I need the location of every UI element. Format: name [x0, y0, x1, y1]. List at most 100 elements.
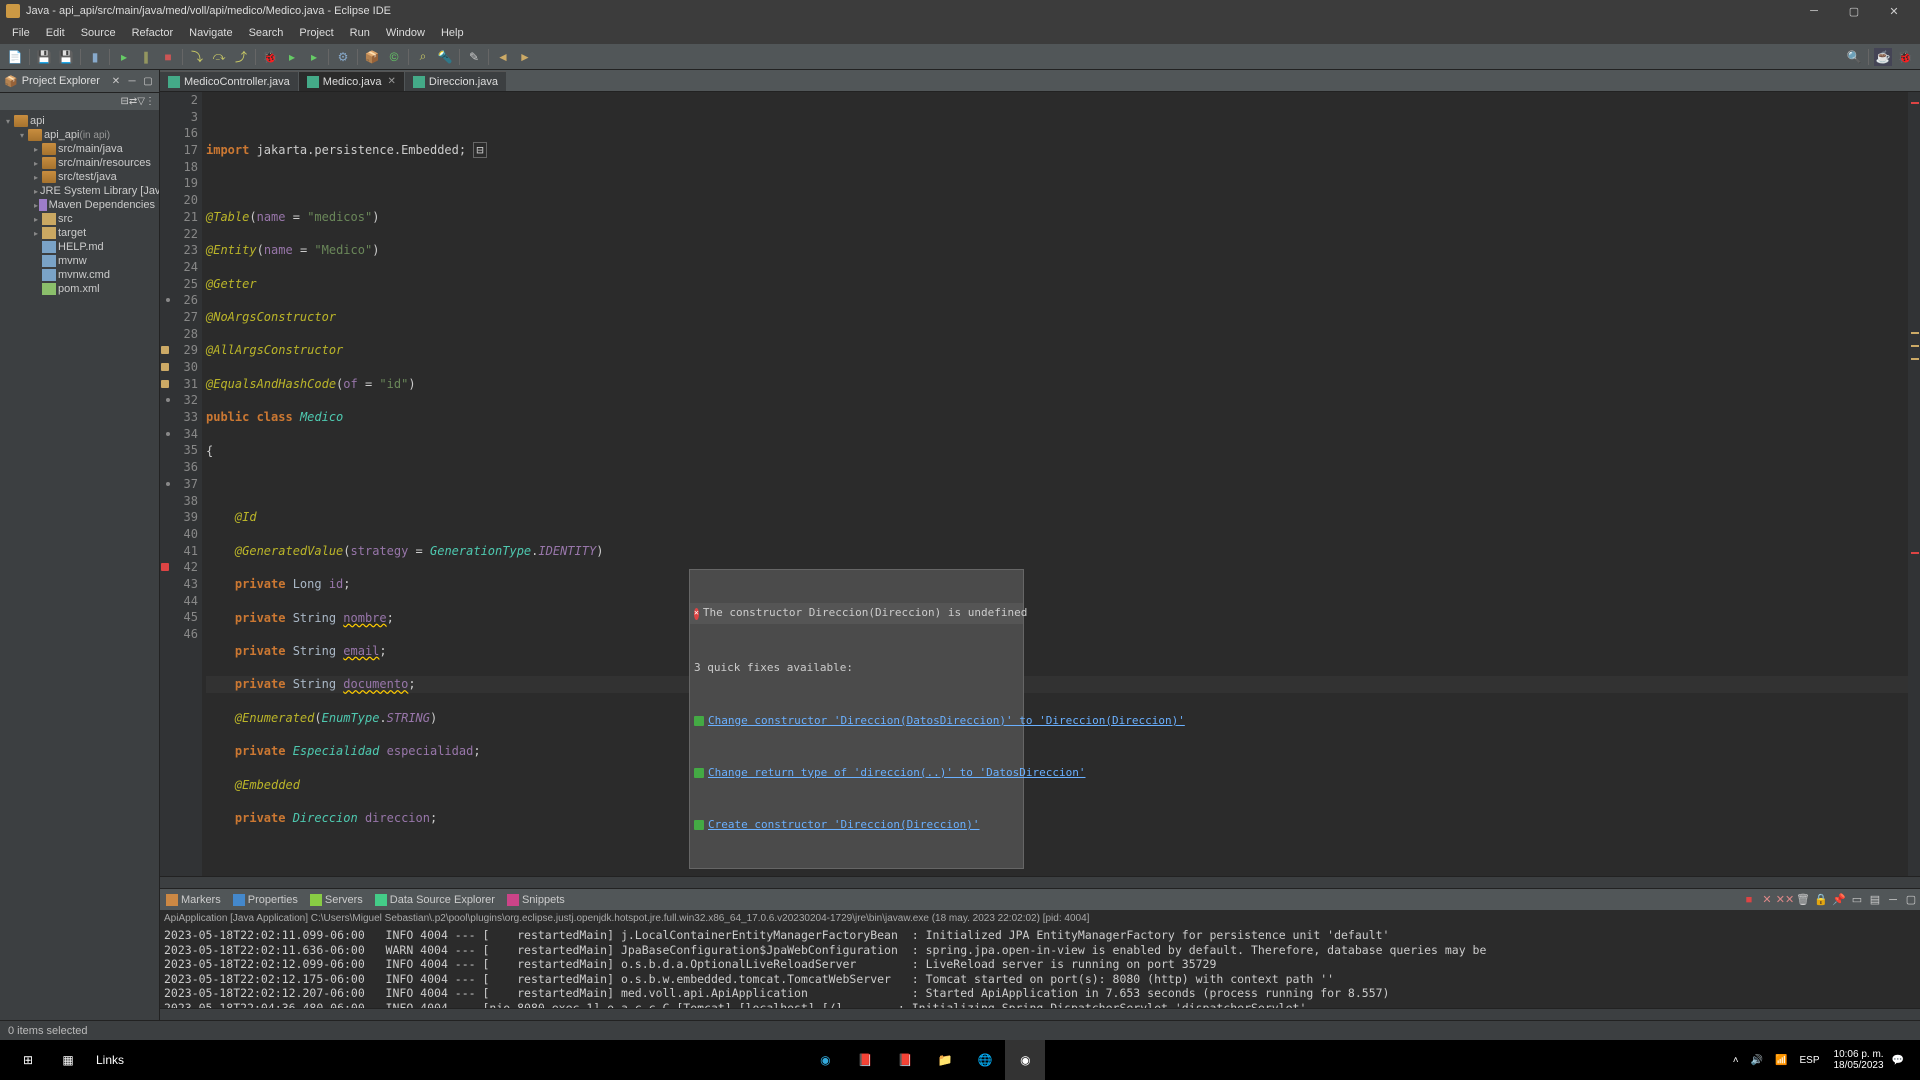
console-scrollbar[interactable]: [160, 1008, 1920, 1020]
link-editor-icon[interactable]: ⇄: [129, 96, 137, 107]
tree-item[interactable]: ▸Maven Dependencies: [2, 198, 157, 212]
menu-refactor[interactable]: Refactor: [124, 25, 182, 41]
task-view-icon[interactable]: ▦: [48, 1040, 88, 1080]
quickfix-link-2[interactable]: Create constructor 'Direccion(Direccion)…: [690, 816, 1023, 835]
tab-snippets[interactable]: Snippets: [501, 892, 571, 908]
tree-item[interactable]: ▸src/test/java: [2, 170, 157, 184]
close-window-button[interactable]: ✕: [1874, 0, 1914, 22]
menu-search[interactable]: Search: [241, 25, 292, 41]
editor-tab[interactable]: Medico.java✕: [299, 71, 404, 91]
code-editor[interactable]: import jakarta.persistence.Embedded; ⊟ @…: [202, 92, 1908, 876]
tree-item[interactable]: HELP.md: [2, 240, 157, 254]
tree-item[interactable]: pom.xml: [2, 282, 157, 296]
maximize-view-icon[interactable]: ▢: [141, 74, 155, 88]
remove-all-icon[interactable]: ✕✕: [1776, 891, 1794, 909]
tree-item[interactable]: ▸target: [2, 226, 157, 240]
search-label[interactable]: Links: [96, 1053, 124, 1067]
tray-chevron-icon[interactable]: ˄: [1733, 1055, 1739, 1066]
tab-servers[interactable]: Servers: [304, 892, 369, 908]
tray-wifi-icon[interactable]: 📶: [1775, 1055, 1787, 1066]
task-chrome-icon[interactable]: 🌐: [965, 1040, 1005, 1080]
annotation-icon[interactable]: ✎: [465, 48, 483, 66]
new-button[interactable]: 📄: [6, 48, 24, 66]
minimize-view-icon[interactable]: ─: [125, 74, 139, 88]
save-button[interactable]: 💾: [35, 48, 53, 66]
tab-datasource[interactable]: Data Source Explorer: [369, 892, 501, 908]
task-files-icon[interactable]: 📁: [925, 1040, 965, 1080]
open-type-icon[interactable]: ⌕: [414, 48, 432, 66]
debug-icon[interactable]: 🐞: [261, 48, 279, 66]
filter-icon[interactable]: ▽: [137, 96, 145, 107]
close-icon[interactable]: ✕: [387, 76, 395, 87]
maximize-button[interactable]: ▢: [1834, 0, 1874, 22]
menu-file[interactable]: File: [4, 25, 38, 41]
skip-breakpoints-icon[interactable]: ▮: [86, 48, 104, 66]
open-console-icon[interactable]: ▤: [1866, 891, 1884, 909]
pin-console-icon[interactable]: 📌: [1830, 891, 1848, 909]
quickfix-link-0[interactable]: Change constructor 'Direccion(DatosDirec…: [690, 712, 1023, 731]
view-menu-icon[interactable]: ⋮: [145, 96, 155, 107]
coverage-icon[interactable]: ▸: [305, 48, 323, 66]
tree-item[interactable]: mvnw: [2, 254, 157, 268]
terminate-icon[interactable]: ■: [1740, 891, 1758, 909]
menu-help[interactable]: Help: [433, 25, 472, 41]
editor-tab[interactable]: Direccion.java: [405, 71, 506, 91]
tray-clock[interactable]: 10:06 p. m. 18/05/2023: [1834, 1049, 1884, 1071]
minimize-console-icon[interactable]: ─: [1884, 891, 1902, 909]
menu-window[interactable]: Window: [378, 25, 433, 41]
perspective-java-icon[interactable]: ☕: [1874, 48, 1892, 66]
project-tree[interactable]: ▾api▾api_api (in api)▸src/main/java▸src/…: [0, 110, 159, 1020]
step-return-icon[interactable]: ⤴: [232, 48, 250, 66]
quick-access-icon[interactable]: 🔍: [1845, 48, 1863, 66]
step-over-icon[interactable]: ⤼: [210, 48, 228, 66]
close-view-icon[interactable]: ✕: [109, 74, 123, 88]
task-app2-icon[interactable]: 📕: [885, 1040, 925, 1080]
tree-item[interactable]: ▾api: [2, 114, 157, 128]
menu-navigate[interactable]: Navigate: [181, 25, 240, 41]
tree-item[interactable]: ▸src/main/java: [2, 142, 157, 156]
tree-item[interactable]: ▸src: [2, 212, 157, 226]
tree-item[interactable]: mvnw.cmd: [2, 268, 157, 282]
new-class-icon[interactable]: ©: [385, 48, 403, 66]
menu-run[interactable]: Run: [342, 25, 378, 41]
tree-item[interactable]: ▸src/main/resources: [2, 156, 157, 170]
run-icon[interactable]: ▸: [283, 48, 301, 66]
task-app1-icon[interactable]: 📕: [845, 1040, 885, 1080]
tab-markers[interactable]: Markers: [160, 892, 227, 908]
line-gutter[interactable]: 2316171819202122232425262728293031323334…: [170, 92, 202, 876]
pause-icon[interactable]: ∥: [137, 48, 155, 66]
new-package-icon[interactable]: 📦: [363, 48, 381, 66]
tab-properties[interactable]: Properties: [227, 892, 304, 908]
tree-item[interactable]: ▾api_api (in api): [2, 128, 157, 142]
back-icon[interactable]: ◄: [494, 48, 512, 66]
clear-console-icon[interactable]: 🗑: [1794, 891, 1812, 909]
horizontal-scrollbar[interactable]: [160, 876, 1920, 888]
display-selected-icon[interactable]: ▭: [1848, 891, 1866, 909]
scroll-lock-icon[interactable]: 🔒: [1812, 891, 1830, 909]
save-all-button[interactable]: 💾: [57, 48, 75, 66]
collapse-all-icon[interactable]: ⊟: [121, 96, 129, 107]
menu-edit[interactable]: Edit: [38, 25, 73, 41]
tray-notifs-icon[interactable]: 💬: [1892, 1055, 1904, 1066]
quickfix-link-1[interactable]: Change return type of 'direccion(..)' to…: [690, 764, 1023, 783]
overview-ruler[interactable]: [1908, 92, 1920, 876]
console-output[interactable]: 2023-05-18T22:02:11.099-06:00 INFO 4004 …: [160, 926, 1920, 1008]
editor-tab[interactable]: MedicoController.java: [160, 71, 298, 91]
maximize-console-icon[interactable]: ▢: [1902, 891, 1920, 909]
stop-icon[interactable]: ■: [159, 48, 177, 66]
start-button[interactable]: ⊞: [8, 1040, 48, 1080]
menu-project[interactable]: Project: [291, 25, 341, 41]
task-edge-icon[interactable]: ◉: [805, 1040, 845, 1080]
menu-source[interactable]: Source: [73, 25, 124, 41]
tray-volume-icon[interactable]: 🔊: [1751, 1055, 1763, 1066]
tree-item[interactable]: ▸JRE System Library [JavaSE-17]: [2, 184, 157, 198]
tray-lang[interactable]: ESP: [1799, 1055, 1819, 1066]
search-icon[interactable]: 🔦: [436, 48, 454, 66]
forward-icon[interactable]: ►: [516, 48, 534, 66]
new-server-icon[interactable]: ⚙: [334, 48, 352, 66]
step-into-icon[interactable]: ⤵: [188, 48, 206, 66]
task-eclipse-icon[interactable]: ◉: [1005, 1040, 1045, 1080]
remove-launch-icon[interactable]: ✕: [1758, 891, 1776, 909]
perspective-debug-icon[interactable]: 🐞: [1896, 48, 1914, 66]
resume-icon[interactable]: ▸: [115, 48, 133, 66]
